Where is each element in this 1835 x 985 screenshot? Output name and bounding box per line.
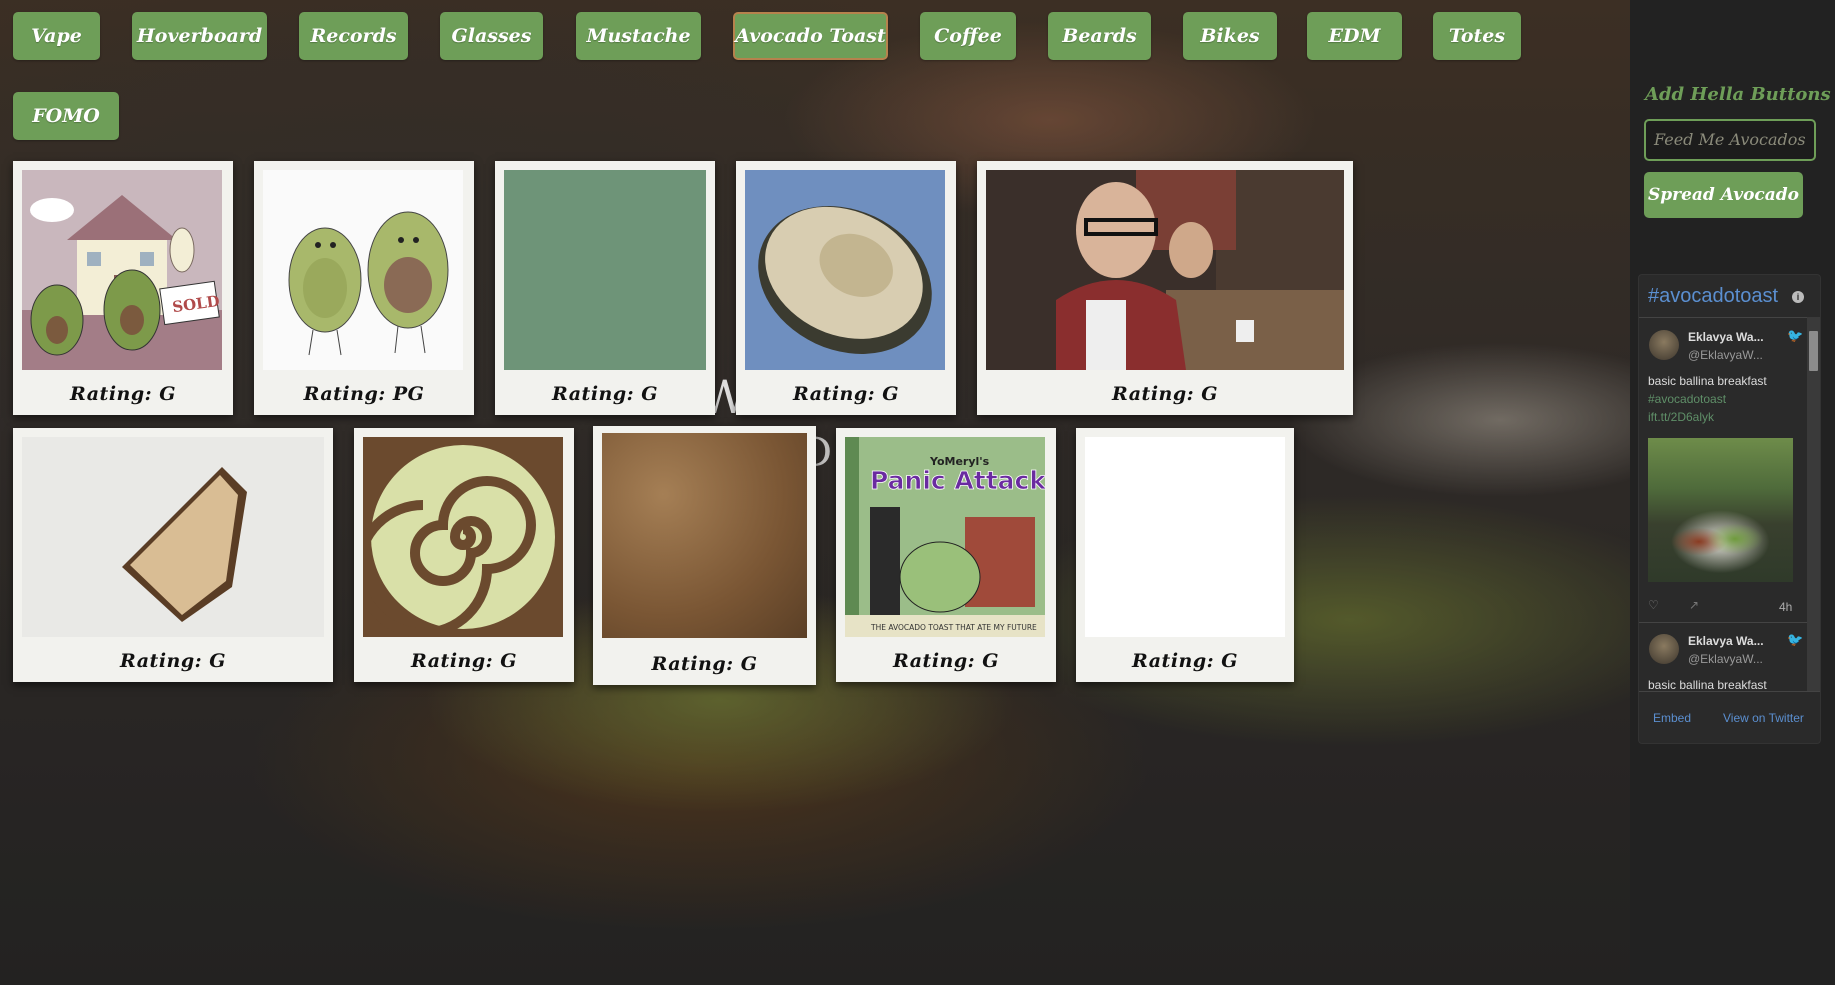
share-icon[interactable]: ↗	[1689, 598, 1699, 612]
nav-button-glasses[interactable]: Glasses	[440, 12, 543, 60]
two-avocados-image	[263, 170, 465, 370]
gif-card[interactable]: Rating: G	[354, 428, 574, 682]
sidebar-title: Add Hella Buttons	[1645, 84, 1831, 105]
guys-eating-image	[986, 170, 1344, 370]
nav-button-bikes[interactable]: Bikes	[1183, 12, 1277, 60]
info-icon[interactable]: i	[1792, 291, 1804, 303]
gif-card[interactable]: Rating: G	[736, 161, 956, 415]
twitter-bird-icon[interactable]: 🐦	[1787, 632, 1803, 648]
rating-label: Rating: G	[793, 383, 899, 405]
nav-button-totes[interactable]: Totes	[1433, 12, 1521, 60]
tweet-text: basic ballina breakfast	[1648, 678, 1767, 692]
avatar[interactable]	[1649, 330, 1679, 360]
tweet-author-name[interactable]: Eklavya Wa...	[1688, 330, 1764, 344]
gif-card[interactable]: Rating: G	[593, 426, 816, 685]
tweet[interactable]: Eklavya Wa... 🐦 @EklavyaW... basic balli…	[1639, 624, 1807, 692]
tweet-text: basic ballina breakfast	[1648, 374, 1767, 388]
tweet-feed: Eklavya Wa... 🐦 @EklavyaW... basic balli…	[1639, 317, 1820, 692]
gif-card[interactable]: Rating: G	[13, 428, 333, 682]
tweet-time[interactable]: 4h	[1779, 600, 1792, 614]
twitter-bird-icon[interactable]: 🐦	[1787, 328, 1803, 344]
nav-button-coffee[interactable]: Coffee	[920, 12, 1016, 60]
nav-button-fomo[interactable]: FOMO	[13, 92, 119, 140]
rating-label: Rating: G	[1132, 650, 1238, 672]
tweet[interactable]: Eklavya Wa... 🐦 @EklavyaW... basic balli…	[1639, 318, 1807, 620]
nav-button-records[interactable]: Records	[299, 12, 408, 60]
twitter-hashtag-header[interactable]: #avocadotoast	[1648, 285, 1778, 308]
tweet-handle[interactable]: @EklavyaW...	[1688, 652, 1763, 666]
rating-label: Rating: G	[120, 650, 226, 672]
gif-card[interactable]: Rating: G	[977, 161, 1353, 415]
rating-label: Rating: G	[651, 653, 758, 675]
twitter-footer-divider	[1639, 691, 1820, 692]
nav-button-vape[interactable]: Vape	[13, 12, 100, 60]
panic-attacks-book-image: YoMeryl's Panic Attacks THE AVOCADO TOAS…	[845, 437, 1047, 637]
rating-label: Rating: G	[552, 383, 658, 405]
toast-texture-image	[602, 433, 807, 638]
rating-label: Rating: G	[1112, 383, 1218, 405]
nav-button-hoverboard[interactable]: Hoverboard	[132, 12, 267, 60]
rating-label: Rating: G	[70, 383, 176, 405]
tweet-handle[interactable]: @EklavyaW...	[1688, 348, 1763, 362]
gif-card[interactable]: SOLD Rating: G	[13, 161, 233, 415]
blank-white-image	[1085, 437, 1285, 637]
nav-button-beards[interactable]: Beards	[1048, 12, 1151, 60]
rating-label: Rating: G	[893, 650, 999, 672]
twitter-widget: #avocadotoast i Eklavya Wa... 🐦 @Eklavya…	[1638, 274, 1821, 744]
gif-card[interactable]: Rating: PG	[254, 161, 474, 415]
avocado-input[interactable]: Feed Me Avocados	[1644, 119, 1816, 161]
tweet-divider	[1639, 622, 1807, 623]
gif-card[interactable]: Rating: G	[495, 161, 715, 415]
avocado-half-image	[745, 170, 947, 370]
house-sold-avocados-image: SOLD	[22, 170, 224, 370]
gif-card[interactable]: YoMeryl's Panic Attacks THE AVOCADO TOAS…	[836, 428, 1056, 682]
gif-card[interactable]: Rating: G	[1076, 428, 1294, 682]
book-tagline: THE AVOCADO TOAST THAT ATE MY FUTURE	[870, 623, 1037, 632]
rating-label: Rating: PG	[303, 383, 425, 405]
tweet-photo[interactable]	[1648, 438, 1793, 582]
embed-link[interactable]: Embed	[1653, 711, 1691, 725]
nav-button-mustache[interactable]: Mustache	[576, 12, 701, 60]
rating-label: Rating: G	[411, 650, 517, 672]
tweet-url-link[interactable]: ift.tt/2D6alyk	[1648, 410, 1714, 424]
like-icon[interactable]: ♡	[1648, 598, 1659, 612]
tweet-hashtag-link[interactable]: #avocadotoast	[1648, 392, 1726, 406]
book-title: Panic Attacks	[870, 466, 1045, 495]
view-on-twitter-link[interactable]: View on Twitter	[1723, 711, 1804, 725]
toast-slice-image	[22, 437, 324, 637]
avocado-spiral-image	[363, 437, 565, 637]
spread-avocado-button[interactable]: Spread Avocado	[1644, 172, 1803, 218]
tweet-feed-scrollbar[interactable]	[1807, 317, 1820, 691]
avatar[interactable]	[1649, 634, 1679, 664]
nav-button-edm[interactable]: EDM	[1307, 12, 1402, 60]
nav-button-avocado-toast[interactable]: Avocado Toast	[733, 12, 888, 60]
scrollbar-thumb[interactable]	[1809, 331, 1818, 371]
green-placeholder-image	[504, 170, 706, 370]
tweet-author-name[interactable]: Eklavya Wa...	[1688, 634, 1764, 648]
